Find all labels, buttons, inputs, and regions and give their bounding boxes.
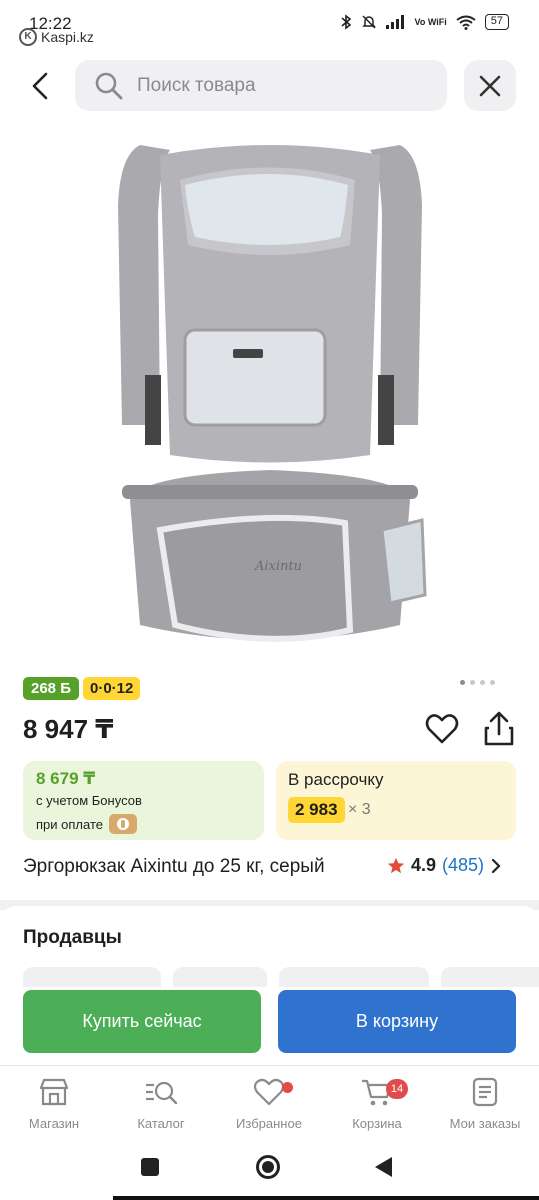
bluetooth-icon <box>340 14 351 30</box>
carousel-dot <box>490 680 495 685</box>
nav-label-catalog: Каталог <box>137 1116 185 1131</box>
share-icon <box>484 711 514 746</box>
nav-item-cart[interactable]: 14 Корзина <box>332 1076 422 1131</box>
search-icon <box>95 72 123 99</box>
nav-item-orders[interactable]: Мои заказы <box>440 1076 530 1131</box>
seller-filter-chip[interactable] <box>279 967 429 987</box>
kaspi-logo-icon: K <box>19 28 37 46</box>
installment-multiplier: × 3 <box>348 801 371 818</box>
installment-card[interactable]: В рассрочку 2 983 × 3 <box>276 761 516 840</box>
carousel-dot <box>470 680 475 685</box>
nav-item-favorites[interactable]: Избранное <box>224 1076 314 1131</box>
seller-filter-chip[interactable] <box>441 967 539 987</box>
bonus-badge: 268 Б <box>23 677 79 700</box>
rating-score: 4.9 <box>411 855 437 875</box>
bonus-payment-row: при оплате <box>36 814 137 834</box>
nav-label-cart: Корзина <box>352 1116 402 1131</box>
seller-filter-chip[interactable] <box>23 967 161 987</box>
product-title: Эргорюкзак Aixintu до 25 кг, серый <box>23 856 325 877</box>
bonus-price-card[interactable]: 8 679 ₸ с учетом Бонусов при оплате <box>23 761 264 840</box>
signal-icon <box>385 15 404 29</box>
wifi-icon <box>456 15 476 30</box>
carousel-dot <box>480 680 485 685</box>
status-app-indicator: K Kaspi.kz <box>19 28 94 46</box>
status-icons: Vo WiFi 57 <box>340 14 509 30</box>
bonus-price: 8 679 ₸ <box>36 769 96 788</box>
image-carousel-dots <box>460 680 495 685</box>
home-button[interactable] <box>256 1155 280 1179</box>
heart-outline-icon <box>425 714 459 744</box>
back-button[interactable] <box>22 66 58 106</box>
buy-now-button[interactable]: Купить сейчас <box>23 990 261 1053</box>
kaspi-pay-icon <box>108 814 137 834</box>
chevron-right-icon <box>491 858 501 873</box>
catalog-search-icon <box>146 1081 178 1105</box>
vowifi-label: Vo WiFi <box>414 16 447 27</box>
rating-reviews-link[interactable]: (485) <box>442 855 484 876</box>
cart-count-badge: 14 <box>386 1079 408 1099</box>
product-image[interactable]: Aixintu <box>100 125 440 665</box>
sellers-title: Продавцы <box>23 927 122 948</box>
favorites-notification-dot <box>282 1082 293 1093</box>
nav-item-catalog[interactable]: Каталог <box>116 1076 206 1131</box>
product-page: 12:22 K Kaspi.kz Vo WiFi 57 Поиск товара… <box>0 0 539 1200</box>
battery-indicator: 57 <box>484 14 509 30</box>
nav-label-favorites: Избранное <box>236 1116 302 1131</box>
close-icon <box>479 75 501 96</box>
installment-amount: 2 983 <box>288 797 345 823</box>
product-price: 8 947 ₸ <box>23 714 114 744</box>
shop-icon <box>39 1078 69 1106</box>
mute-bell-icon <box>361 15 376 29</box>
status-app-label: Kaspi.kz <box>41 29 94 45</box>
heart-icon <box>253 1078 285 1106</box>
nav-label-shop: Магазин <box>28 1116 80 1131</box>
installment-title: В рассрочку <box>288 770 384 789</box>
bonus-description: с учетом Бонусов <box>36 793 142 808</box>
system-navigation-bar <box>0 1145 539 1200</box>
status-bar: 12:22 K Kaspi.kz Vo WiFi 57 <box>0 0 539 50</box>
search-input[interactable] <box>137 74 417 97</box>
nav-item-shop[interactable]: Магазин <box>9 1076 99 1131</box>
installment-badge: 0·0·12 <box>82 677 141 700</box>
share-button[interactable] <box>481 710 517 748</box>
home-indicator <box>113 1196 539 1200</box>
system-back-button[interactable] <box>375 1157 392 1177</box>
chevron-left-icon <box>32 72 48 100</box>
close-search-button[interactable] <box>464 60 516 111</box>
star-icon <box>387 857 405 873</box>
carousel-dot <box>460 680 465 685</box>
bottom-navigation: Магазин Каталог Избранное 14 Корзина Мои… <box>0 1065 539 1145</box>
product-image-brand: Aixintu <box>254 559 302 574</box>
product-badges: 268 Б 0·0·12 <box>23 677 141 700</box>
orders-icon <box>472 1077 498 1107</box>
add-to-cart-button[interactable]: В корзину <box>278 990 516 1053</box>
favorite-button[interactable] <box>424 711 460 747</box>
recents-button[interactable] <box>141 1158 159 1176</box>
product-rating[interactable]: 4.9 (485) <box>387 855 502 876</box>
bonus-payment-label: при оплате <box>36 816 103 832</box>
nav-label-orders: Мои заказы <box>449 1116 521 1131</box>
search-box[interactable] <box>75 60 447 111</box>
seller-filter-chip[interactable] <box>173 967 267 987</box>
